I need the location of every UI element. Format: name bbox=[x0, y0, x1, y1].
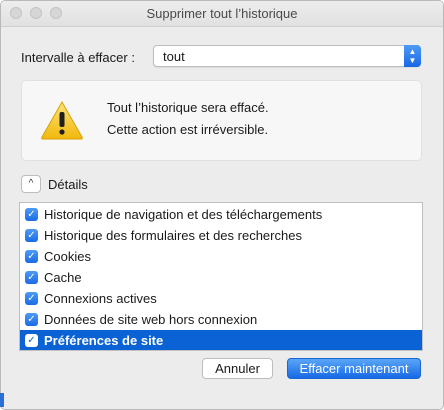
list-item[interactable]: ✓ Historique des formulaires et des rech… bbox=[20, 225, 422, 246]
checkbox[interactable]: ✓ bbox=[25, 229, 38, 242]
time-range-value: tout bbox=[163, 49, 185, 64]
warning-message-line-1: Tout l’historique sera effacé. bbox=[107, 100, 269, 115]
list-item[interactable]: ✓ Données de site web hors connexion bbox=[20, 309, 422, 330]
list-item[interactable]: ✓ Cookies bbox=[20, 246, 422, 267]
list-item-label: Historique des formulaires et des recher… bbox=[44, 228, 302, 243]
checkbox[interactable]: ✓ bbox=[25, 292, 38, 305]
warning-box: Tout l’historique sera effacé. Cette act… bbox=[21, 80, 422, 161]
history-items-list[interactable]: ✓ Historique de navigation et des téléch… bbox=[19, 202, 423, 351]
title-bar: Supprimer tout l’historique bbox=[1, 1, 443, 27]
list-item-label: Historique de navigation et des téléchar… bbox=[44, 207, 323, 222]
warning-triangle-icon bbox=[41, 100, 83, 140]
list-item[interactable]: ✓ Connexions actives bbox=[20, 288, 422, 309]
checkbox[interactable]: ✓ bbox=[25, 250, 38, 263]
list-item[interactable]: ✓ Historique de navigation et des téléch… bbox=[20, 204, 422, 225]
clear-history-dialog: Supprimer tout l’historique Intervalle à… bbox=[0, 0, 444, 410]
checkbox[interactable]: ✓ bbox=[25, 271, 38, 284]
checkbox[interactable]: ✓ bbox=[25, 313, 38, 326]
background-window-edge bbox=[0, 393, 4, 407]
up-down-arrows-icon: ▲ ▼ bbox=[404, 45, 421, 67]
list-item[interactable]: ✓ Cache bbox=[20, 267, 422, 288]
chevron-up-icon: ^ bbox=[28, 178, 34, 189]
list-item-label: Cookies bbox=[44, 249, 91, 264]
warning-message-line-2: Cette action est irréversible. bbox=[107, 122, 269, 137]
details-label: Détails bbox=[48, 177, 88, 192]
list-item-label: Connexions actives bbox=[44, 291, 157, 306]
list-item-label: Préférences de site bbox=[44, 333, 164, 348]
list-item-label: Cache bbox=[44, 270, 82, 285]
details-toggle-button[interactable]: ^ bbox=[21, 175, 41, 193]
list-item-label: Données de site web hors connexion bbox=[44, 312, 258, 327]
time-range-select[interactable]: tout ▲ ▼ bbox=[153, 45, 421, 67]
checkbox[interactable]: ✓ bbox=[25, 208, 38, 221]
window-title: Supprimer tout l’historique bbox=[146, 6, 298, 21]
cancel-button[interactable]: Annuler bbox=[202, 358, 273, 379]
time-range-label: Intervalle à effacer : bbox=[21, 50, 135, 65]
list-item-selected[interactable]: ✓ Préférences de site bbox=[20, 330, 422, 350]
checkbox[interactable]: ✓ bbox=[25, 334, 38, 347]
clear-now-button[interactable]: Effacer maintenant bbox=[287, 358, 421, 379]
